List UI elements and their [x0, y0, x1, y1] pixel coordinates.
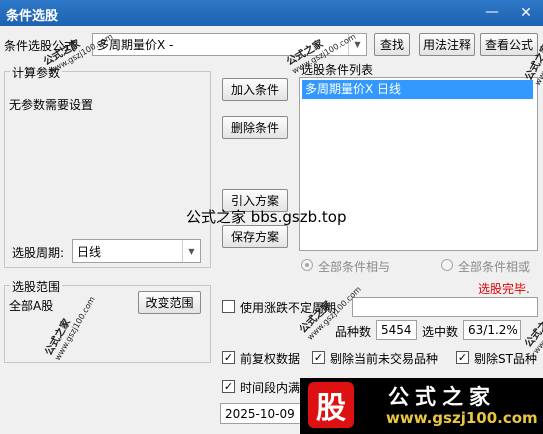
chevron-down-icon[interactable]: ▼ [182, 240, 200, 262]
start-date-input[interactable]: 2025-10-09 [220, 403, 304, 424]
pre-adjust-label: 前复权数据 [240, 352, 301, 366]
all-and-label: 全部条件相与 [318, 260, 391, 274]
list-item[interactable]: 多周期量价X 日线 [302, 80, 533, 99]
count-value: 5454 [376, 320, 417, 340]
scope-group-label: 选股范围 [10, 278, 63, 295]
all-and-radio[interactable] [301, 259, 313, 271]
time-range-label: 时间段内满 [240, 381, 301, 395]
period-value: 日线 [77, 244, 102, 259]
limit-period-input[interactable] [352, 297, 538, 317]
brand-banner: 股 公式之家 www.gszj100.com [300, 378, 543, 434]
status-text: 选股完毕. [478, 282, 530, 296]
delete-condition-button[interactable]: 删除条件 [222, 116, 288, 139]
overlay-caption: 公式之家 bbs.gszb.top [186, 208, 347, 226]
logo: 股 [308, 382, 354, 428]
find-button[interactable]: 查找 [374, 33, 410, 56]
add-condition-button[interactable]: 加入条件 [222, 78, 288, 101]
banner-title: 公式之家 [388, 385, 496, 409]
view-formula-button[interactable]: 查看公式 [480, 33, 538, 56]
exclude-st-label: 剔除ST品种 [474, 352, 537, 366]
period-label: 选股周期: [12, 246, 65, 260]
selected-value: 63/1.2% [463, 320, 521, 340]
exclude-untraded-checkbox[interactable]: ✓ [312, 351, 325, 364]
no-params-text: 无参数需要设置 [9, 98, 94, 112]
selected-label: 选中数 [422, 325, 459, 339]
save-plan-button[interactable]: 保存方案 [222, 225, 288, 248]
close-icon[interactable]: ✕ [509, 0, 543, 26]
change-scope-button[interactable]: 改变范围 [138, 291, 201, 314]
pre-adjust-checkbox[interactable]: ✓ [222, 351, 235, 364]
exclude-st-checkbox[interactable]: ✓ [456, 351, 469, 364]
use-limit-checkbox[interactable] [222, 300, 235, 313]
window-title: 条件选股 [6, 9, 59, 24]
all-or-label: 全部条件相或 [458, 260, 531, 274]
period-combo[interactable]: 日线 ▼ [72, 239, 201, 263]
banner-url: www.gszj100.com [386, 409, 538, 427]
all-or-radio[interactable] [441, 259, 453, 271]
exclude-untraded-label: 剔除当前未交易品种 [330, 352, 439, 366]
usage-notes-button[interactable]: 用法注释 [419, 33, 475, 56]
count-label: 品种数 [335, 325, 372, 339]
scope-value: 全部A股 [9, 299, 54, 313]
title-bar[interactable]: 条件选股 — ✕ [0, 0, 543, 26]
minimize-icon[interactable]: — [477, 0, 507, 26]
time-range-checkbox[interactable]: ✓ [222, 380, 235, 393]
